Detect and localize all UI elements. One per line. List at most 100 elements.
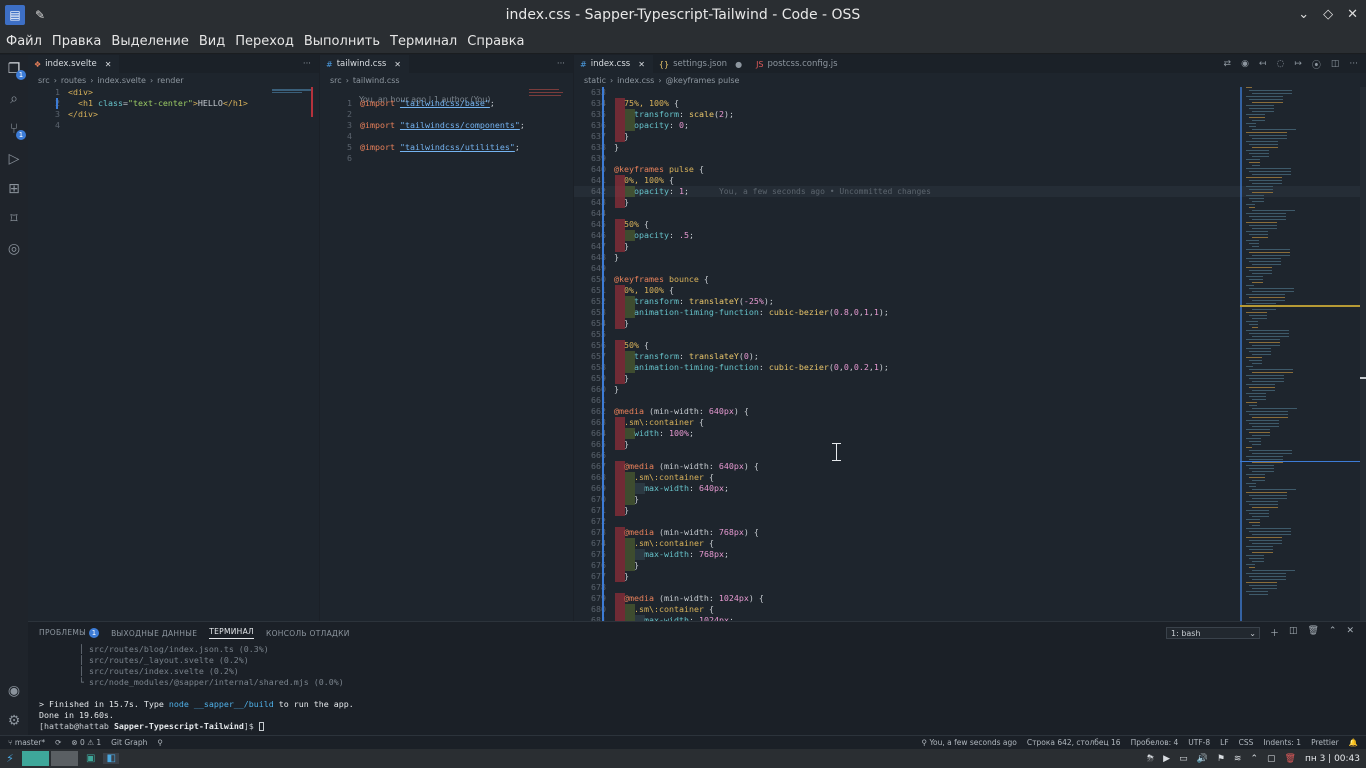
desktop-2[interactable] bbox=[51, 751, 78, 766]
branch-status[interactable]: ⑂ master* bbox=[8, 738, 45, 747]
language-mode[interactable]: CSS bbox=[1239, 738, 1254, 747]
indent-spaces[interactable]: Пробелов: 4 bbox=[1131, 738, 1179, 747]
breadcrumb-item[interactable]: src bbox=[330, 76, 342, 85]
compare-icon[interactable]: ⇄ bbox=[1224, 59, 1232, 69]
gutter-change-indicator[interactable] bbox=[56, 98, 58, 109]
minimize-icon[interactable]: ⌄ bbox=[1298, 7, 1309, 22]
breadcrumb-item[interactable]: @keyframes pulse bbox=[666, 76, 740, 85]
minimap[interactable] bbox=[527, 87, 573, 621]
terminal-task-icon[interactable]: ▣ bbox=[86, 753, 95, 764]
app-menu-icon[interactable]: ▤ bbox=[5, 4, 25, 25]
source-control-icon[interactable]: ⑂ 1 bbox=[4, 119, 26, 140]
breadcrumb-item[interactable]: static bbox=[584, 76, 606, 85]
breadcrumb-item[interactable]: routes bbox=[61, 76, 86, 85]
code-token: 0.8 bbox=[833, 307, 849, 317]
account-icon[interactable]: ◉ bbox=[4, 681, 24, 701]
media-play-icon[interactable]: ▶ bbox=[1163, 754, 1170, 764]
terminal-output[interactable]: │ src/routes/blog/index.json.ts (0.3%) │… bbox=[28, 644, 1366, 732]
battery-icon[interactable]: ▭ bbox=[1179, 754, 1188, 764]
menu-item[interactable]: Правка bbox=[52, 34, 107, 49]
breadcrumb-item[interactable]: index.css bbox=[617, 76, 654, 85]
code-task-icon[interactable]: ◧ bbox=[103, 753, 119, 764]
breadcrumb-item[interactable]: render bbox=[157, 76, 183, 85]
breadcrumb-item[interactable]: tailwind.css bbox=[353, 76, 400, 85]
menu-item[interactable]: Выделение bbox=[111, 34, 194, 49]
pin-icon[interactable]: ⚲ bbox=[157, 738, 163, 747]
explorer-icon[interactable]: ❐ 1 bbox=[4, 59, 26, 80]
minimap[interactable] bbox=[1240, 87, 1360, 621]
close-tab-icon[interactable]: ✕ bbox=[394, 60, 401, 69]
panel-tab[interactable]: ПРОБЛЕМЫ 1 bbox=[39, 628, 100, 638]
inline-blame[interactable]: You, a few seconds ago • Uncommitted cha… bbox=[719, 187, 931, 196]
tab-tailwind-css[interactable]: # tailwind.css ✕ bbox=[320, 55, 409, 73]
notifications-bell-icon[interactable]: 🔔 bbox=[1349, 738, 1358, 747]
encoding-status[interactable]: UTF-8 bbox=[1188, 738, 1210, 747]
split-editor-icon[interactable]: ◫ bbox=[1331, 59, 1340, 69]
clock[interactable]: пн 3 | 00:43 bbox=[1305, 754, 1360, 764]
settings-gear-icon[interactable]: ⚙ bbox=[4, 711, 24, 731]
search-icon[interactable]: ⌕ bbox=[4, 89, 24, 109]
code-token: cubic-bezier bbox=[768, 362, 829, 372]
run-debug-icon[interactable]: ▷ bbox=[4, 149, 24, 169]
editor-tab[interactable]: {} settings.json ● bbox=[653, 55, 750, 73]
minimap[interactable] bbox=[270, 87, 316, 621]
volume-icon[interactable]: 🔊 bbox=[1197, 754, 1208, 764]
more-actions-icon[interactable]: ··· bbox=[295, 55, 319, 73]
problems-status[interactable]: ⊗ 0 ⚠ 1 bbox=[71, 738, 101, 747]
breadcrumb-item[interactable]: index.svelte bbox=[97, 76, 146, 85]
tray-expand-icon[interactable]: ⌃ bbox=[1250, 754, 1258, 764]
editor-tab[interactable]: JS postcss.config.js bbox=[750, 55, 854, 73]
git-graph-icon[interactable]: ◎ bbox=[4, 239, 24, 259]
start-menu-icon[interactable]: ⚡ bbox=[0, 752, 20, 765]
more-actions-icon[interactable]: ··· bbox=[1349, 59, 1358, 69]
back-icon[interactable]: ↤ bbox=[1259, 59, 1267, 69]
close-tab-icon[interactable]: ✕ bbox=[105, 60, 112, 69]
desktop-1[interactable] bbox=[22, 751, 49, 766]
line-text: animation-timing-function: cubic-bezier(… bbox=[614, 307, 889, 318]
next-change-icon[interactable]: ↦ bbox=[1294, 59, 1302, 69]
clipboard-icon[interactable]: ▢ bbox=[1267, 754, 1276, 764]
gutter-change-indicator[interactable] bbox=[602, 87, 604, 621]
menu-item[interactable]: Справка bbox=[467, 34, 530, 49]
close-tab-icon[interactable]: ✕ bbox=[638, 60, 645, 69]
prev-change-icon[interactable]: ◌ bbox=[1276, 59, 1284, 69]
sync-status[interactable]: ⟳ bbox=[55, 738, 61, 747]
panel-tab[interactable]: ТЕРМИНАЛ bbox=[209, 627, 254, 639]
menu-item[interactable]: Переход bbox=[235, 34, 300, 49]
unsaved-dot-icon[interactable]: ● bbox=[735, 60, 742, 69]
maximize-icon[interactable]: ◇ bbox=[1323, 7, 1333, 22]
terminal-select[interactable]: 1: bash ⌄ bbox=[1166, 627, 1260, 639]
bookmark-icon[interactable]: ⌑ bbox=[4, 209, 24, 229]
breadcrumb-item[interactable]: src bbox=[38, 76, 50, 85]
panel-tab[interactable]: КОНСОЛЬ ОТЛАДКИ bbox=[266, 629, 350, 638]
close-panel-icon[interactable]: ✕ bbox=[1346, 626, 1354, 639]
trash-icon[interactable]: 🗑 bbox=[1285, 754, 1296, 764]
panel-tab[interactable]: ВЫХОДНЫЕ ДАННЫЕ bbox=[111, 629, 197, 638]
wifi-icon[interactable]: ≋ bbox=[1234, 754, 1242, 764]
editor-tab[interactable]: # index.css ✕ bbox=[574, 55, 653, 73]
extensions-icon[interactable]: ⊞ bbox=[4, 179, 24, 199]
cursor-position[interactable]: Строка 642, столбец 16 bbox=[1027, 738, 1121, 747]
keyboard-layout-flag-icon[interactable]: ⚑ bbox=[1217, 754, 1225, 764]
open-changes-icon[interactable]: ⦿ bbox=[1312, 58, 1321, 71]
pin-icon[interactable]: ✎ bbox=[35, 8, 45, 22]
menu-item[interactable]: Файл bbox=[6, 34, 48, 49]
indents-status[interactable]: Indents: 1 bbox=[1263, 738, 1301, 747]
menu-item[interactable]: Терминал bbox=[390, 34, 463, 49]
menu-item[interactable]: Вид bbox=[199, 34, 231, 49]
tab-index-svelte[interactable]: ❖ index.svelte ✕ bbox=[28, 55, 120, 73]
maximize-panel-icon[interactable]: ⌃ bbox=[1329, 626, 1337, 639]
more-actions-icon[interactable]: ··· bbox=[549, 55, 573, 73]
split-terminal-icon[interactable]: ◫ bbox=[1289, 626, 1298, 639]
menu-item[interactable]: Выполнить bbox=[304, 34, 386, 49]
new-terminal-icon[interactable]: ＋ bbox=[1270, 626, 1279, 639]
close-icon[interactable]: ✕ bbox=[1347, 7, 1358, 22]
formatter-status[interactable]: Prettier bbox=[1311, 738, 1339, 747]
weather-icon[interactable]: ⛈ bbox=[1147, 754, 1154, 764]
blame-status[interactable]: ⚲ You, a few seconds ago bbox=[922, 738, 1017, 747]
kill-terminal-icon[interactable]: 🗑 bbox=[1307, 626, 1318, 639]
go-live-icon[interactable]: ◉ bbox=[1241, 59, 1249, 69]
git-graph-status[interactable]: Git Graph bbox=[111, 738, 147, 747]
vertical-scrollbar[interactable] bbox=[1360, 87, 1366, 621]
eol-status[interactable]: LF bbox=[1220, 738, 1229, 747]
